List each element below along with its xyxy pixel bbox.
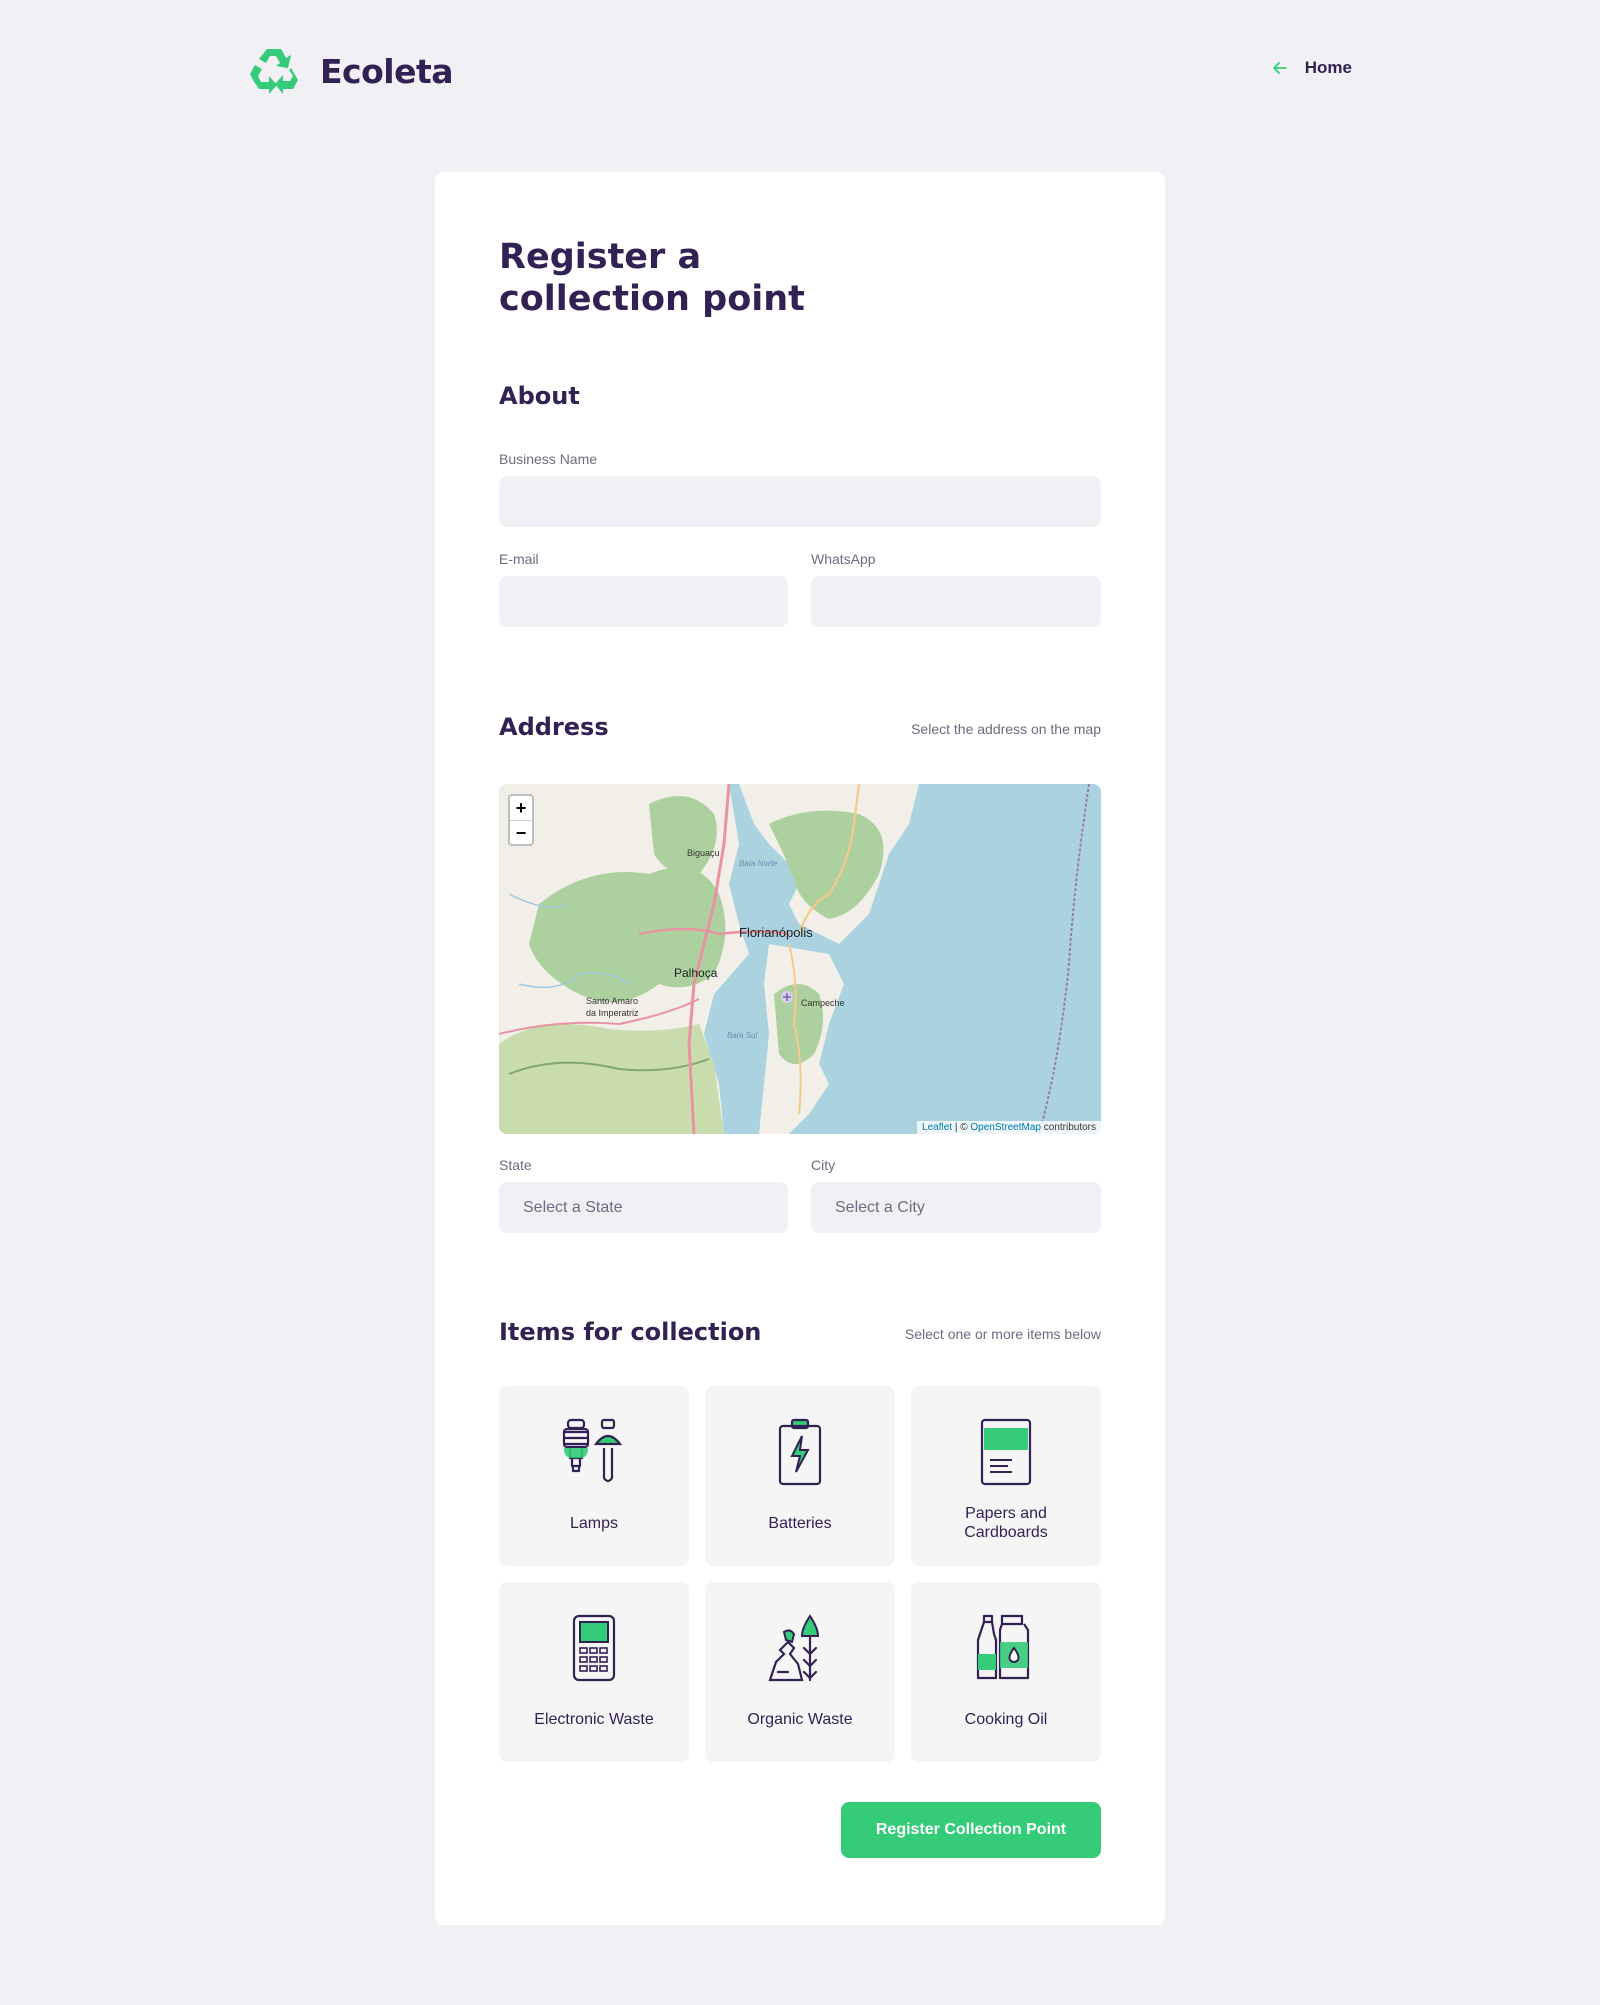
state-select-value: Select a State: [523, 1198, 623, 1216]
state-label: State: [499, 1157, 532, 1173]
address-hint: Select the address on the map: [911, 721, 1101, 737]
whatsapp-input[interactable]: [811, 576, 1101, 627]
item-electronic[interactable]: Electronic Waste: [499, 1582, 689, 1762]
map-tiles[interactable]: Biguaçu Baía Norte Florianópolis Palhoça…: [499, 784, 1101, 1134]
airport-icon: [781, 991, 793, 1003]
recycle-icon: [250, 49, 298, 94]
page-title: Register a collection point: [499, 237, 805, 319]
register-button[interactable]: Register Collection Point: [841, 1802, 1101, 1858]
map-label-palhoca: Palhoça: [674, 966, 718, 980]
item-oil[interactable]: Cooking Oil: [911, 1582, 1101, 1762]
home-link-label: Home: [1304, 58, 1352, 77]
state-select[interactable]: Select a State: [499, 1182, 788, 1233]
items-legend: Items for collection: [499, 1318, 762, 1346]
business-name-input[interactable]: [499, 476, 1101, 527]
map-label-campeche: Campeche: [801, 998, 845, 1008]
home-link[interactable]: Home: [1271, 58, 1352, 78]
email-input[interactable]: [499, 576, 788, 627]
item-organic[interactable]: Organic Waste: [705, 1582, 895, 1762]
items-grid: Lamps Batteries Papers and Cardboards El…: [499, 1386, 1101, 1762]
business-name-label: Business Name: [499, 451, 598, 467]
map-label-biguacu: Biguaçu: [687, 848, 720, 858]
map-label-baia-norte: Baía Norte: [739, 859, 778, 868]
leaflet-link[interactable]: Leaflet: [922, 1122, 952, 1133]
zoom-out-button[interactable]: −: [510, 820, 532, 844]
item-oil-label: Cooking Oil: [964, 1711, 1048, 1728]
item-organic-label: Organic Waste: [747, 1711, 853, 1728]
city-select[interactable]: Select a City: [811, 1182, 1101, 1233]
organic-icon: [768, 1614, 820, 1682]
brand-name: Ecoleta: [320, 51, 454, 91]
map-label-imperatriz: da Imperatriz: [586, 1008, 639, 1018]
register-form: Register a collection point About Busine…: [435, 172, 1165, 1925]
item-papers-label: Papers and Cardboards: [964, 1505, 1048, 1541]
paper-icon: [980, 1418, 1032, 1486]
items-hint: Select one or more items below: [904, 1326, 1101, 1342]
battery-icon: [778, 1418, 822, 1486]
electronic-icon: [572, 1614, 616, 1682]
lamps-icon: [562, 1418, 623, 1483]
map-label-baia-sul: Baía Sul: [727, 1031, 757, 1040]
item-lamps-label: Lamps: [569, 1515, 619, 1532]
osm-link[interactable]: OpenStreetMap: [970, 1122, 1041, 1133]
city-label: City: [811, 1157, 836, 1173]
city-select-value: Select a City: [835, 1198, 925, 1216]
map-zoom-control: + −: [508, 794, 534, 846]
item-electronic-label: Electronic Waste: [534, 1711, 654, 1728]
oil-icon: [976, 1614, 1030, 1680]
logo[interactable]: Ecoleta: [248, 46, 454, 96]
address-map[interactable]: Biguaçu Baía Norte Florianópolis Palhoça…: [499, 784, 1101, 1134]
page-header: Ecoleta Home: [248, 46, 1352, 96]
item-batteries[interactable]: Batteries: [705, 1386, 895, 1566]
zoom-in-button[interactable]: +: [510, 796, 532, 820]
attribution-separator: | ©: [952, 1122, 971, 1133]
map-attribution: Leaflet | © OpenStreetMap contributors: [917, 1121, 1101, 1134]
about-legend: About: [499, 382, 580, 410]
address-legend: Address: [499, 713, 609, 741]
item-papers[interactable]: Papers and Cardboards: [911, 1386, 1101, 1566]
item-lamps[interactable]: Lamps: [499, 1386, 689, 1566]
email-label: E-mail: [499, 551, 539, 567]
arrow-left-icon: [1272, 62, 1287, 74]
attribution-suffix: contributors: [1040, 1122, 1096, 1133]
whatsapp-label: WhatsApp: [811, 551, 876, 567]
map-label-florianopolis: Florianópolis: [739, 925, 813, 940]
item-batteries-label: Batteries: [768, 1515, 832, 1532]
map-label-santo-amaro: Santo Amaro: [586, 996, 638, 1006]
